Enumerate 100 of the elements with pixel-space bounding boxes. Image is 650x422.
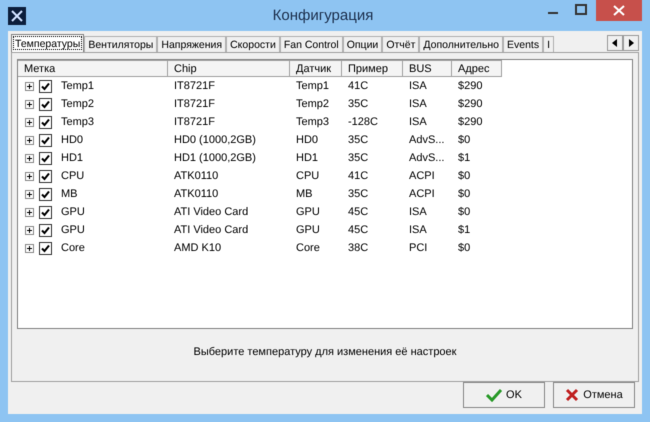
checkbox[interactable] (39, 188, 52, 200)
expand-icon[interactable] (25, 208, 34, 216)
table-cell-text: ISA (408, 98, 428, 110)
table-cell-text: $0 (457, 170, 472, 182)
expand-icon[interactable] (25, 172, 34, 180)
table-cell: GPU (61, 224, 85, 236)
table-cell-text: 35C (347, 152, 370, 164)
table-cell-text: ISA (408, 224, 428, 236)
checkbox[interactable] (39, 134, 52, 146)
table-cell-text: IT8721F (173, 98, 216, 110)
table-cell-text: -128C (347, 116, 379, 128)
checkbox[interactable] (39, 206, 52, 218)
checkbox[interactable] (39, 152, 52, 164)
expand-icon[interactable] (25, 154, 34, 162)
checkbox[interactable] (39, 98, 52, 110)
table-cell-text: $1 (457, 152, 472, 164)
table-cell-text: IT8721F (173, 80, 216, 92)
column-header[interactable]: Метка (18, 60, 168, 77)
table-cell-text: ISA (408, 116, 428, 128)
tab[interactable]: Вентиляторы (84, 36, 158, 52)
tab[interactable]: Напряжения (157, 36, 226, 52)
table-cell-text: $1 (457, 224, 472, 236)
dialog-button[interactable]: OK (463, 382, 545, 408)
close-icon[interactable] (596, 0, 642, 21)
check-icon (486, 388, 502, 402)
table-cell-text: ACPI (408, 170, 436, 182)
hint-text: Выберите температуру для изменения её настроек (192, 346, 458, 358)
scroll-right-icon[interactable] (623, 35, 639, 51)
table-cell-text: Temp1 (295, 80, 330, 92)
table-cell-text: 38C (347, 242, 370, 254)
table-cell-text: ISA (408, 80, 428, 92)
table-cell-text: 35C (347, 188, 370, 200)
table-cell: Core (61, 242, 85, 254)
dialog-button[interactable]: Отмена (553, 382, 635, 408)
table-cell-text: $290 (457, 80, 484, 92)
table-cell-text: $0 (457, 242, 472, 254)
tab[interactable]: I (543, 36, 554, 52)
table-cell-text: IT8721F (173, 116, 216, 128)
tab[interactable]: Fan Control (280, 36, 343, 52)
table-cell: Temp2 (61, 98, 94, 110)
table-cell-text: ATK0110 (173, 170, 220, 182)
table-cell-text: 45C (347, 206, 370, 218)
expand-icon[interactable] (25, 226, 34, 234)
expand-icon[interactable] (25, 190, 34, 198)
table-cell-text: HD0 (1000,2GB) (173, 134, 257, 146)
table-cell-text: ACPI (408, 188, 436, 200)
tab[interactable]: Events (503, 36, 544, 52)
table-cell-text: AdvS... (408, 134, 446, 146)
table-cell: Temp1 (61, 80, 94, 92)
table-cell-text: 35C (347, 134, 370, 146)
table-cell-text: ISA (408, 206, 428, 218)
table-cell-text: HD0 (295, 134, 320, 146)
column-header[interactable]: Пример (342, 60, 403, 77)
table-cell-text: ATI Video Card (173, 224, 250, 236)
table-cell-text: ATI Video Card (173, 206, 250, 218)
table-cell-text: $0 (457, 134, 472, 146)
table-cell: Temp3 (61, 116, 94, 128)
table-cell-text: HD1 (1000,2GB) (173, 152, 257, 164)
table-cell-text: $0 (457, 206, 472, 218)
tab[interactable]: Опции (342, 36, 382, 52)
table-cell: GPU (61, 206, 85, 218)
scroll-left-icon[interactable] (607, 35, 623, 51)
checkbox[interactable] (39, 170, 52, 182)
checkbox[interactable] (39, 116, 52, 128)
table-cell: HD1 (61, 152, 84, 164)
tab[interactable]: Скорости (226, 36, 280, 52)
checkbox[interactable] (39, 224, 52, 236)
tab[interactable]: Температуры (11, 34, 84, 52)
tab[interactable]: Дополнительно (419, 36, 503, 52)
table-cell-text: 35C (347, 98, 370, 110)
table-cell-text: 41C (347, 170, 370, 182)
table-cell: HD0 (61, 134, 84, 146)
table-cell-text: GPU (295, 206, 321, 218)
column-header[interactable]: Датчик (290, 60, 342, 77)
table-cell-text: 45C (347, 224, 370, 236)
table-cell-text: AdvS... (408, 152, 446, 164)
checkbox[interactable] (39, 80, 52, 92)
table-cell-text: Temp3 (295, 116, 330, 128)
column-header[interactable]: BUS (403, 60, 452, 77)
table-cell-text: $290 (457, 98, 484, 110)
table-cell: MB (61, 188, 78, 200)
expand-icon[interactable] (25, 82, 34, 90)
table-cell-text: CPU (295, 170, 320, 182)
expand-icon[interactable] (25, 100, 34, 108)
expand-icon[interactable] (25, 136, 34, 144)
table-cell-text: PCI (408, 242, 428, 254)
expand-icon[interactable] (25, 244, 34, 252)
tab[interactable]: Отчёт (382, 36, 420, 52)
cross-icon (565, 388, 580, 402)
table-cell: CPU (61, 170, 84, 182)
table-cell-text: $290 (457, 116, 484, 128)
table-cell-text: Temp2 (295, 98, 330, 110)
expand-icon[interactable] (25, 118, 34, 126)
checkbox[interactable] (39, 242, 52, 254)
table-cell-text: GPU (295, 224, 321, 236)
table-cell-text: Core (295, 242, 321, 254)
table-cell-text: AMD K10 (173, 242, 222, 254)
column-header[interactable]: Адрес (452, 60, 502, 77)
table-cell-text: $0 (457, 188, 472, 200)
column-header[interactable]: Chip (168, 60, 290, 77)
